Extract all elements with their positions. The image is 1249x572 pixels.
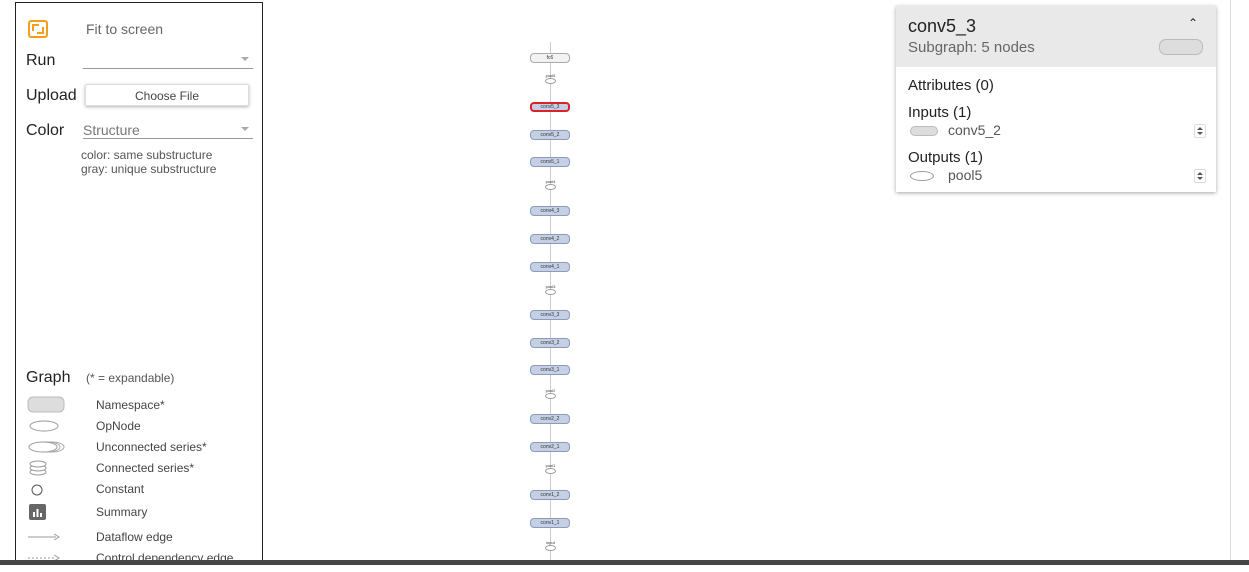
graph-node[interactable]: conv3_1 [530,365,570,375]
graph-node[interactable]: conv5_2 [530,130,570,140]
attributes-title: Attributes (0) [908,77,994,94]
color-select[interactable]: Structure [83,122,253,139]
run-label: Run [26,52,56,69]
choose-file-button[interactable]: Choose File [85,84,249,106]
legend-constant: Constant [26,480,144,498]
color-description: color: same substructure gray: unique su… [81,148,216,176]
control-sidebar: Fit to screen Run Upload Choose File Col… [15,2,263,565]
input-item[interactable]: conv5_2 [910,122,1206,138]
opnode-icon [26,417,76,435]
graph-legend-note: (* = expandable) [86,371,175,385]
upload-label: Upload [26,87,77,104]
summary-icon [26,503,76,521]
graph-node-selected[interactable]: conv5_3 [530,102,570,112]
dataflow-edge [550,42,551,560]
legend-namespace: Namespace* [26,396,165,414]
graph-legend-title: Graph [26,369,71,386]
legend-connected-series: Connected series* [26,459,194,477]
dataflow-edge-icon [26,528,76,546]
op-node[interactable] [545,289,556,295]
namespace-icon [26,396,76,414]
legend-dataflow-edge: Dataflow edge [26,528,173,546]
graph-node[interactable]: conv5_1 [530,157,570,167]
color-desc-same: color: same substructure [81,148,213,162]
legend-label: Summary [96,505,148,519]
graph-node[interactable]: conv4_1 [530,262,570,272]
legend-label: Unconnected series* [96,440,207,454]
legend-label: Constant [96,482,145,496]
output-item[interactable]: pool5 [910,167,1206,183]
output-name: pool5 [948,167,983,183]
graph-node[interactable]: conv4_2 [530,234,570,244]
graph-node[interactable]: conv3_2 [530,338,570,348]
graph-node[interactable]: conv3_3 [530,310,570,320]
graph-node[interactable]: conv1_1 [530,518,570,528]
opnode-icon [910,171,934,181]
op-node[interactable] [545,78,556,84]
legend-label: OpNode [96,419,141,433]
inputs-title: Inputs (1) [908,104,972,121]
chevron-down-icon [241,127,249,131]
graph-node[interactable]: conv1_2 [530,490,570,500]
bottom-bar [0,560,1249,565]
chevron-up-icon[interactable]: ⌃ [1188,16,1198,30]
node-info-card: conv5_3 Subgraph: 5 nodes ⌃ Attributes (… [896,6,1216,192]
node-subtitle: Subgraph: 5 nodes [908,39,1035,56]
color-desc-unique: gray: unique substructure [81,162,217,176]
panel-divider [1230,0,1231,560]
fit-to-screen-button[interactable]: Fit to screen [28,17,163,41]
op-node[interactable] [545,545,556,551]
input-name: conv5_2 [948,122,1001,138]
unconnected-series-icon [26,438,76,456]
color-select-value: Structure [83,122,140,138]
namespace-shape-icon [1159,39,1203,55]
op-node[interactable] [545,184,556,190]
node-title: conv5_3 [908,16,977,36]
graph-node[interactable]: fc6 [530,53,570,63]
namespace-icon [910,126,938,136]
legend-label: Connected series* [96,461,195,475]
legend-label: Dataflow edge [96,530,173,544]
expand-toggle-icon[interactable] [1194,169,1206,183]
graph-node[interactable]: conv2_1 [530,442,570,452]
legend-summary: Summary [26,503,147,521]
legend-label: Namespace* [96,398,165,412]
outputs-title: Outputs (1) [908,149,984,166]
legend-unconnected-series: Unconnected series* [26,438,207,456]
graph-node[interactable]: conv2_2 [530,414,570,424]
color-label: Color [26,122,65,139]
graph-node[interactable]: conv4_3 [530,206,570,216]
constant-icon [26,480,76,498]
expand-toggle-icon[interactable] [1194,124,1206,138]
node-info-header[interactable]: conv5_3 Subgraph: 5 nodes ⌃ [896,6,1216,67]
fit-screen-icon [28,20,48,38]
fit-to-screen-label: Fit to screen [86,21,164,37]
connected-series-icon [26,459,76,477]
op-node[interactable] [545,468,556,474]
run-select[interactable] [83,52,253,69]
op-node[interactable] [545,393,556,399]
legend-opnode: OpNode [26,417,141,435]
chevron-down-icon [241,57,249,61]
